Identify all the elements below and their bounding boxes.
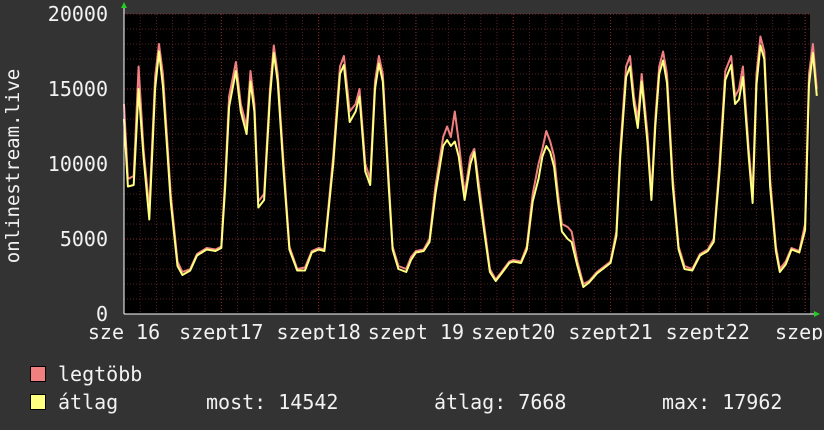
chart: 0 5000 10000 15000 20000 sze 16 szept17 szept18… [0,0,824,430]
y-tick-label: 20000 [48,2,108,26]
legend-label-max: legtöbb [58,362,143,386]
y-axis-arrow [121,2,127,8]
legend-swatch-max [30,366,46,382]
x-tick-label: szept17 [179,320,263,340]
x-tick-label: szept22 [666,320,750,340]
legend-item-avg: átlag [30,390,118,414]
y-tick-label: 10000 [48,152,108,176]
x-tick-label: szept 19 [368,320,464,340]
x-axis-arrow [814,311,820,317]
legend-item-max: legtöbb [30,362,142,386]
plot-area: 05000100001500020000sze 16 szept17 szept18… [2,2,824,340]
stat-current: most: 14542 [206,390,339,414]
y-tick-label: 15000 [48,77,108,101]
x-tick-label: sze 16 [88,320,160,340]
y-axis-label: onlinestream.live [2,69,24,263]
stat-max: max: 17962 [662,390,783,414]
stat-average: átlag: 7668 [434,390,567,414]
y-tick-label: 5000 [60,227,108,251]
x-tick-label: szept [775,320,824,340]
legend-swatch-avg [30,394,46,410]
x-tick-label: szept20 [471,320,555,340]
legend-label-avg: átlag [58,390,119,414]
x-tick-label: szept18 [276,320,360,340]
x-tick-label: szept21 [568,320,652,340]
